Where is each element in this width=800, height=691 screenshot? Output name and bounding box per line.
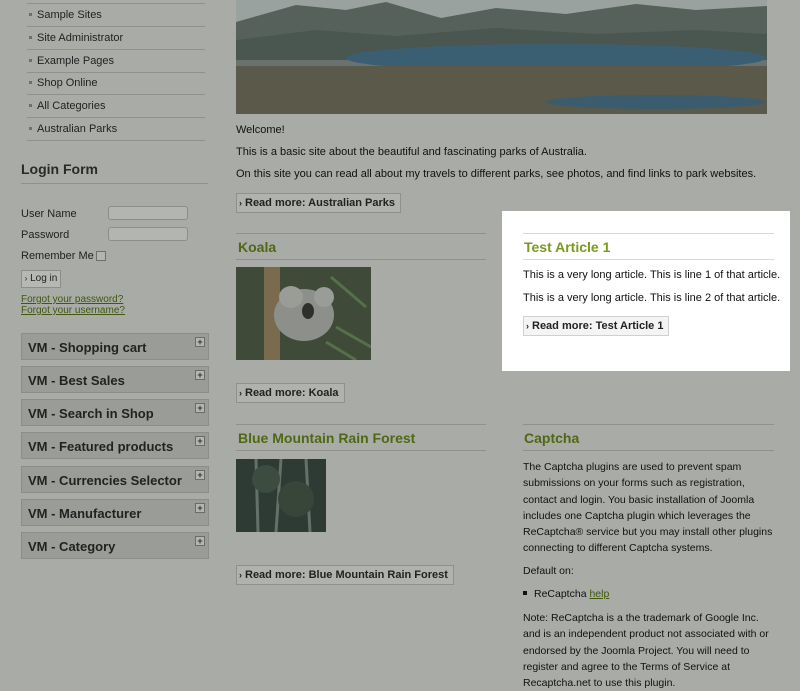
bullet-icon [29,58,32,62]
bullet-icon [523,591,527,596]
rain-forest-image [236,458,326,533]
recaptcha-list-item: ReCaptcha help [523,586,775,602]
module-title: VM - Shopping cart [28,340,147,355]
nav-item-sample-sites[interactable]: Sample Sites [27,4,205,27]
vm-best-sales-module[interactable]: VM - Best Sales + [21,366,209,393]
nav-item-label: Site Administrator [37,32,124,44]
intro-paragraph-1: This is a basic site about the beautiful… [236,146,587,158]
nav-item-shop-online[interactable]: Shop Online [27,72,205,95]
divider [236,233,486,234]
hero-landscape-image [236,0,767,114]
nav-item-example-pages[interactable]: Example Pages [27,50,205,73]
module-title: VM - Best Sales [28,373,125,388]
divider [523,450,774,451]
chevron-right-icon: › [239,388,242,398]
read-more-test-article-1-button[interactable]: › Read more: Test Article 1 [523,316,670,336]
divider [236,450,486,451]
captcha-note: Note: ReCaptcha is a the trademark of Go… [523,612,769,690]
password-label: Password [21,229,70,241]
read-more-koala-button[interactable]: › Read more: Koala [236,383,345,403]
article-title-test-article-1[interactable]: Test Article 1 [524,239,610,255]
bullet-icon [29,35,32,39]
nav-item-site-administrator[interactable]: Site Administrator [27,27,205,50]
nav-item-australian-parks[interactable]: Australian Parks [27,118,205,141]
vm-manufacturer-module[interactable]: VM - Manufacturer + [21,499,209,526]
module-title: VM - Currencies Selector [28,473,182,488]
expand-plus-icon[interactable]: + [195,337,205,347]
username-label: User Name [21,208,77,220]
captcha-paragraph: The Captcha plugins are used to prevent … [523,461,773,555]
divider [236,259,486,260]
help-link[interactable]: help [589,588,609,600]
expand-plus-icon[interactable]: + [195,370,205,380]
chevron-right-icon: › [239,198,242,208]
sidebar: Sample Sites Site Administrator Example … [0,0,218,675]
read-more-label: Read more: Test Article 1 [532,320,664,332]
article-title-blue-mountain-rain-forest[interactable]: Blue Mountain Rain Forest [238,430,415,446]
bullet-icon [29,80,32,84]
nav-item-label: All Categories [37,100,106,112]
vm-category-module[interactable]: VM - Category + [21,532,209,559]
expand-plus-icon[interactable]: + [195,470,205,480]
article-line-2: This is a very long article. This is lin… [523,292,781,304]
nav-item-label: Shop Online [37,77,98,89]
default-on-text: Default on: [523,565,574,577]
koala-image [236,267,372,362]
recaptcha-label: ReCaptcha [534,588,587,600]
login-button-label: Log in [30,273,58,284]
read-more-blue-mountain-button[interactable]: › Read more: Blue Mountain Rain Forest [236,565,454,585]
nav-item-label: Australian Parks [37,123,118,135]
module-title: VM - Featured products [28,439,174,454]
username-input[interactable] [108,206,188,220]
vm-currencies-selector-module[interactable]: VM - Currencies Selector + [21,466,209,493]
nav-item-label: Example Pages [37,55,115,67]
read-more-label: Read more: Australian Parks [245,197,395,209]
expand-plus-icon[interactable]: + [195,536,205,546]
forgot-username-link[interactable]: Forgot your username? [21,305,125,316]
read-more-australian-parks-button[interactable]: › Read more: Australian Parks [236,193,401,213]
nav-item-all-categories[interactable]: All Categories [27,95,205,118]
read-more-label: Read more: Koala [245,387,339,399]
vm-search-in-shop-module[interactable]: VM - Search in Shop + [21,399,209,426]
module-title: VM - Category [28,539,116,554]
intro-paragraph-2: On this site you can read all about my t… [236,168,757,180]
article-title-koala[interactable]: Koala [238,239,276,255]
login-button[interactable]: › Log in [21,270,61,288]
chevron-right-icon: › [239,570,242,580]
divider [523,259,774,260]
module-title: VM - Manufacturer [28,506,142,521]
expand-plus-icon[interactable]: + [195,436,205,446]
nav-item-label: Sample Sites [37,9,102,21]
welcome-text: Welcome! [236,124,285,136]
divider [523,424,774,425]
bullet-icon [29,126,32,130]
password-input[interactable] [108,227,188,241]
remember-me-label: Remember Me [21,250,94,262]
chevron-right-icon: › [526,321,529,331]
divider [236,424,486,425]
vm-featured-products-module[interactable]: VM - Featured products + [21,432,209,459]
read-more-label: Read more: Blue Mountain Rain Forest [245,569,448,581]
remember-me-checkbox[interactable] [96,251,106,261]
expand-plus-icon[interactable]: + [195,403,205,413]
chevron-right-icon: › [24,274,28,283]
vm-shopping-cart-module[interactable]: VM - Shopping cart + [21,333,209,360]
expand-plus-icon[interactable]: + [195,503,205,513]
bullet-icon [29,12,32,16]
forgot-password-link[interactable]: Forgot your password? [21,294,123,305]
test-article-highlight: Test Article 1 This is a very long artic… [502,211,790,371]
module-title: VM - Search in Shop [28,406,154,421]
article-line-1: This is a very long article. This is lin… [523,269,781,281]
login-form-title: Login Form [21,161,208,184]
divider [523,233,774,234]
bullet-icon [29,103,32,107]
article-title-captcha[interactable]: Captcha [524,430,579,446]
